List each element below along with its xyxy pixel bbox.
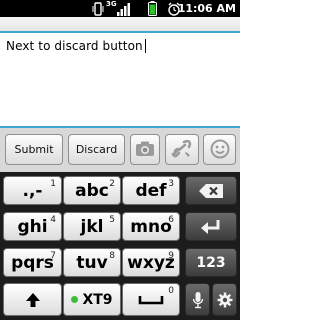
numeric-mode-label: 123 [196,254,226,271]
smiley-icon [204,139,235,159]
key-7[interactable]: 7 pqrs [3,248,62,277]
gear-icon [213,284,236,315]
discard-button-label: Discard [75,143,118,156]
enter-icon [186,213,236,240]
key-letters: ghi [17,217,48,237]
message-text-content: Next to discard button [6,39,146,53]
backspace-key[interactable] [185,176,237,205]
status-bar: 3G 11:06 AM [0,0,240,17]
numeric-mode-key[interactable]: 123 [185,248,237,277]
key-letters: def [135,181,167,201]
voice-input-key[interactable] [185,283,210,316]
key-5[interactable]: 5 jkl [63,212,121,241]
space-key[interactable]: 0 [122,283,180,316]
status-time: 11:06 AM [177,2,236,15]
shift-arrow-icon [4,284,61,315]
enter-key[interactable] [185,212,237,241]
network-type-label: 3G [106,0,117,8]
key-letters: mno [130,217,172,237]
key-letters: .,- [22,181,43,201]
camera-button[interactable] [130,134,160,165]
xt9-label: XT9 [82,291,113,308]
key-3[interactable]: 3 def [122,176,180,205]
key-letters: abc [75,181,109,201]
key-6[interactable]: 6 mno [122,212,180,241]
discard-button[interactable]: Discard [68,134,125,165]
key-letters: wxyz [127,253,175,273]
submit-button[interactable]: Submit [5,134,63,165]
key-1[interactable]: 1 .,- [3,176,62,205]
keyboard-settings-key[interactable] [212,283,237,316]
message-text: Next to discard button [6,39,143,53]
link-button[interactable] [165,134,199,165]
key-2[interactable]: 2 abc [63,176,121,205]
xt9-status-dot [71,296,79,303]
xt9-key-content: XT9 [64,284,120,315]
key-letters: pqrs [11,253,54,273]
key-8[interactable]: 8 tuv [63,248,121,277]
xt9-key[interactable]: XT9 [63,283,121,316]
key-9[interactable]: 9 wxyz [122,248,180,277]
compose-top-edge [0,17,240,31]
key-4[interactable]: 4 ghi [3,212,62,241]
space-bar-icon [123,284,179,315]
soft-keyboard: 1 .,- 2 abc 3 def 4 ghi 5 jkl 6 mno 7 pq… [0,172,240,320]
shift-key[interactable] [3,283,62,316]
message-text-field[interactable]: Next to discard button [0,31,240,128]
link-icon [166,140,198,158]
key-letters: jkl [80,217,104,237]
camera-icon [131,140,159,158]
backspace-icon [186,177,236,204]
key-letters: tuv [76,253,108,273]
microphone-icon [186,284,209,315]
emoji-button[interactable] [203,134,236,165]
text-caret [144,39,146,53]
submit-button-label: Submit [14,143,54,156]
action-bar: Submit Discard [0,128,240,172]
